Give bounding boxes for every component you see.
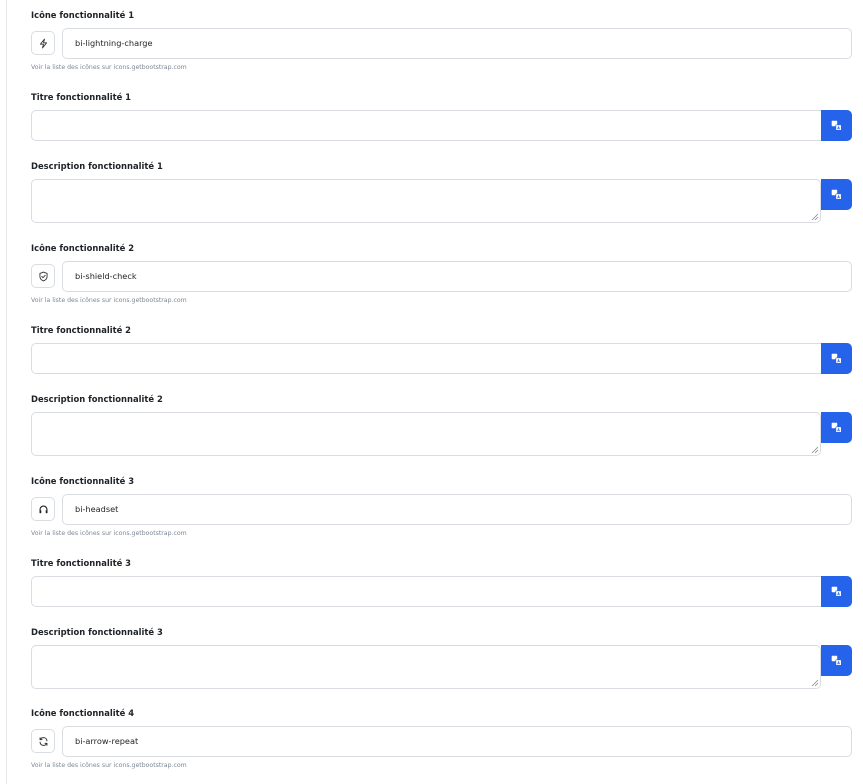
feature-4-icon-row: bi-arrow-repeat [31, 726, 852, 757]
feature-2-icon-input[interactable]: bi-shield-check [62, 261, 852, 292]
feature-1-description-textarea[interactable] [31, 179, 821, 223]
feature-1-title-label: Titre fonctionnalité 1 [31, 92, 132, 102]
feature-3-title-row [31, 576, 852, 607]
feature-2-icon-label: Icône fonctionnalité 2 [31, 243, 135, 253]
headset-icon [31, 497, 55, 521]
translate-icon [831, 422, 842, 433]
feature-4-icon-label: Icône fonctionnalité 4 [31, 708, 135, 718]
feature-2-icon-help: Voir la liste des icônes sur icons.getbo… [31, 297, 187, 304]
resize-handle-icon[interactable] [811, 446, 819, 454]
feature-1-title-translate-button[interactable] [821, 110, 852, 141]
translate-icon [831, 353, 842, 364]
feature-4-icon-input[interactable]: bi-arrow-repeat [62, 726, 852, 757]
feature-3-icon-input[interactable]: bi-headset [62, 494, 852, 525]
feature-1-description-label: Description fonctionnalité 1 [31, 161, 163, 171]
shield-check-icon [31, 264, 55, 288]
feature-2-title-row [31, 343, 852, 374]
feature-3-icon-group: Icône fonctionnalité 3 bi-headset Voir l… [31, 475, 852, 537]
feature-3-description-translate-button[interactable] [821, 645, 852, 676]
feature-2-description-textarea[interactable] [31, 412, 821, 456]
feature-2-title-group: Titre fonctionnalité 2 [31, 324, 852, 374]
feature-3-title-translate-button[interactable] [821, 576, 852, 607]
arrow-repeat-icon [31, 729, 55, 753]
feature-3-icon-row: bi-headset [31, 494, 852, 525]
feature-3-icon-label: Icône fonctionnalité 3 [31, 476, 135, 486]
lightning-charge-icon [31, 31, 55, 55]
resize-handle-icon[interactable] [811, 679, 819, 687]
feature-1-title-row [31, 110, 852, 141]
feature-1-title-input[interactable] [31, 110, 821, 141]
feature-1-icon-label: Icône fonctionnalité 1 [31, 10, 135, 20]
translate-icon [831, 655, 842, 666]
feature-3-title-group: Titre fonctionnalité 3 [31, 557, 852, 607]
feature-3-description-group: Description fonctionnalité 3 [31, 626, 852, 689]
translate-icon [831, 189, 842, 200]
feature-2-description-translate-button[interactable] [821, 412, 852, 443]
feature-4-icon-help: Voir la liste des icônes sur icons.getbo… [31, 762, 187, 769]
feature-3-description-row [31, 645, 852, 689]
feature-3-icon-help: Voir la liste des icônes sur icons.getbo… [31, 530, 187, 537]
feature-settings-form: Icône fonctionnalité 1 bi-lightning-char… [6, 0, 863, 784]
feature-1-icon-group: Icône fonctionnalité 1 bi-lightning-char… [31, 9, 852, 71]
feature-2-title-label: Titre fonctionnalité 2 [31, 325, 132, 335]
feature-2-description-label: Description fonctionnalité 2 [31, 394, 163, 404]
feature-2-description-row [31, 412, 852, 456]
feature-1-icon-row: bi-lightning-charge [31, 28, 852, 59]
translate-icon [831, 120, 842, 131]
feature-3-description-textarea[interactable] [31, 645, 821, 689]
feature-1-description-row [31, 179, 852, 223]
feature-2-title-input[interactable] [31, 343, 821, 374]
feature-1-description-group: Description fonctionnalité 1 [31, 160, 852, 223]
feature-3-title-label: Titre fonctionnalité 3 [31, 558, 132, 568]
feature-3-description-label: Description fonctionnalité 3 [31, 627, 163, 637]
translate-icon [831, 586, 842, 597]
feature-1-description-translate-button[interactable] [821, 179, 852, 210]
feature-3-title-input[interactable] [31, 576, 821, 607]
feature-1-title-group: Titre fonctionnalité 1 [31, 91, 852, 141]
feature-2-description-group: Description fonctionnalité 2 [31, 393, 852, 456]
feature-2-title-translate-button[interactable] [821, 343, 852, 374]
feature-2-icon-group: Icône fonctionnalité 2 bi-shield-check V… [31, 242, 852, 304]
feature-1-icon-help: Voir la liste des icônes sur icons.getbo… [31, 64, 187, 71]
feature-1-icon-input[interactable]: bi-lightning-charge [62, 28, 852, 59]
feature-2-icon-row: bi-shield-check [31, 261, 852, 292]
feature-4-icon-group: Icône fonctionnalité 4 bi-arrow-repeat V… [31, 707, 852, 769]
resize-handle-icon[interactable] [811, 213, 819, 221]
